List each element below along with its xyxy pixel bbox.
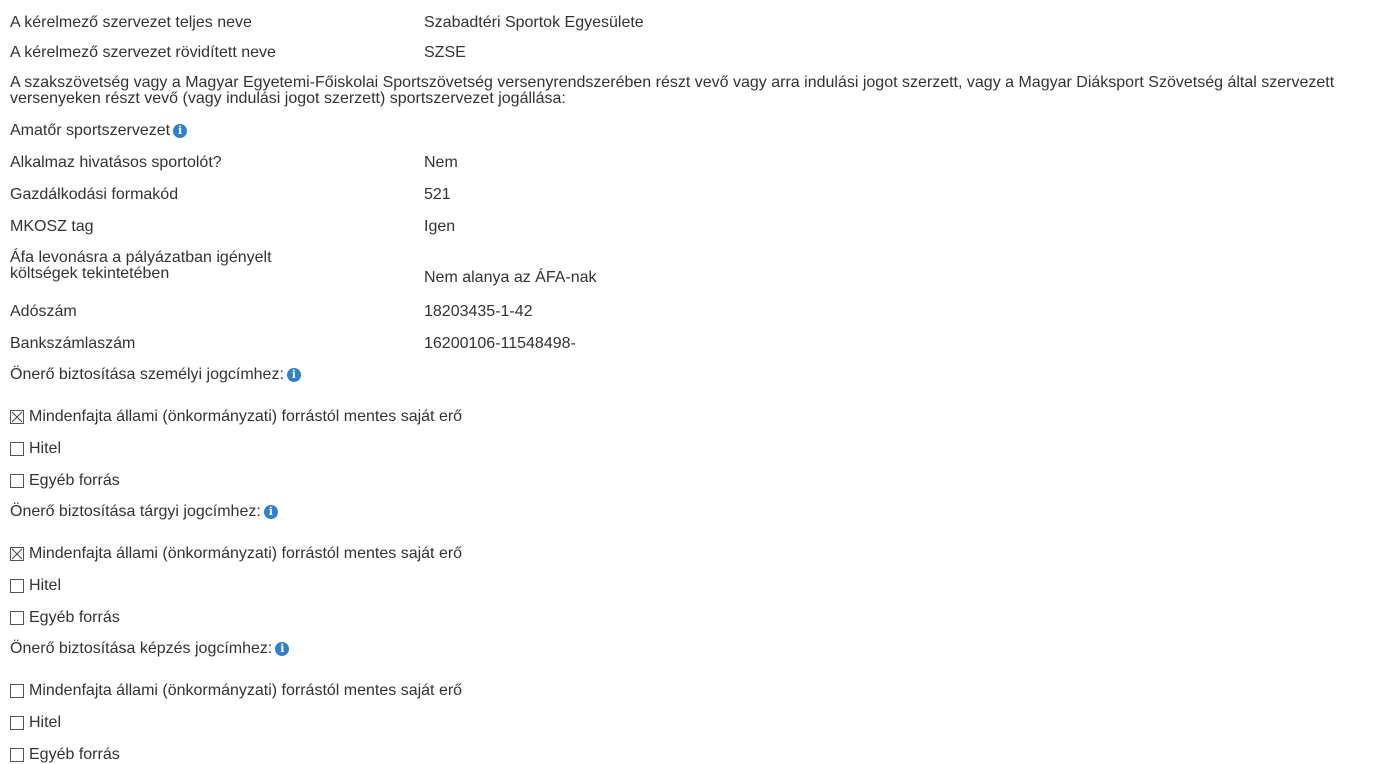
- info-icon[interactable]: i: [286, 368, 301, 382]
- legal-status-question: A szakszövetség vagy a Magyar Egyetemi-F…: [10, 74, 1335, 107]
- checkbox-unchecked[interactable]: [10, 747, 24, 762]
- checkbox-unchecked[interactable]: [10, 441, 24, 456]
- info-icon[interactable]: i: [173, 124, 188, 138]
- short-name-value: SZSE: [424, 44, 466, 61]
- own-funds-option[interactable]: Hitel: [10, 713, 61, 732]
- own-funds-option-label: Hitel: [29, 440, 62, 457]
- bank-account-label: Bankszámlaszám: [10, 335, 136, 352]
- own-funds-option[interactable]: Mindenfajta állami (önkormányzati) forrá…: [10, 681, 462, 700]
- pro-athlete-value: Nem: [424, 154, 458, 171]
- own-funds-option[interactable]: Mindenfajta állami (önkormányzati) forrá…: [10, 544, 462, 563]
- own-funds-option-label: Hitel: [29, 714, 62, 731]
- own-funds-option[interactable]: Egyéb forrás: [10, 471, 120, 490]
- short-name-label: A kérelmező szervezet rövidített neve: [10, 44, 276, 61]
- tax-id-label: Adószám: [10, 303, 77, 320]
- checkbox-unchecked[interactable]: [10, 715, 24, 730]
- checkbox-unchecked[interactable]: [10, 473, 24, 488]
- checkbox-unchecked[interactable]: [10, 578, 24, 593]
- checkbox-unchecked[interactable]: [10, 683, 24, 698]
- own-funds-option[interactable]: Egyéb forrás: [10, 608, 120, 627]
- full-name-label: A kérelmező szervezet teljes neve: [10, 14, 252, 31]
- own-funds-option-label: Egyéb forrás: [29, 746, 120, 763]
- mkosz-label: MKOSZ tag: [10, 218, 94, 235]
- own-funds-option-label: Egyéb forrás: [29, 472, 120, 489]
- checkbox-checked[interactable]: [10, 546, 24, 561]
- own-funds-option[interactable]: Hitel: [10, 576, 61, 595]
- own-funds-title-text: Önerő biztosítása személyi jogcímhez:: [10, 366, 284, 383]
- legal-status-row: Amatőr sportszervezet i: [10, 121, 188, 140]
- mkosz-value: Igen: [424, 218, 456, 235]
- own-funds-option[interactable]: Hitel: [10, 439, 61, 458]
- own-funds-title: Önerő biztosítása tárgyi jogcímhez: i: [10, 502, 278, 521]
- own-funds-option[interactable]: Mindenfajta állami (önkormányzati) forrá…: [10, 407, 462, 426]
- info-icon[interactable]: i: [263, 505, 278, 519]
- own-funds-option-label: Mindenfajta állami (önkormányzati) forrá…: [29, 545, 463, 562]
- own-funds-title-text: Önerő biztosítása képzés jogcímhez:: [10, 640, 273, 657]
- vat-label: Áfa levonásra a pályázatban igényelt köl…: [10, 249, 272, 282]
- full-name-value: Szabadtéri Sportok Egyesülete: [424, 14, 644, 31]
- legal-status-value: Amatőr sportszervezet: [10, 122, 171, 139]
- tax-id-value: 18203435-1-42: [424, 303, 533, 320]
- checkbox-x-mark-icon: [11, 548, 23, 559]
- own-funds-option-label: Egyéb forrás: [29, 609, 120, 626]
- own-funds-option-label: Mindenfajta állami (önkormányzati) forrá…: [29, 408, 463, 425]
- own-funds-option[interactable]: Egyéb forrás: [10, 745, 120, 764]
- econ-form-label: Gazdálkodási formakód: [10, 186, 179, 203]
- own-funds-title: Önerő biztosítása képzés jogcímhez: i: [10, 639, 290, 658]
- own-funds-title-text: Önerő biztosítása tárgyi jogcímhez:: [10, 503, 261, 520]
- info-icon[interactable]: i: [275, 642, 290, 656]
- bank-account-value: 16200106-11548498-: [424, 335, 576, 352]
- checkbox-checked[interactable]: [10, 409, 24, 424]
- econ-form-value: 521: [424, 186, 451, 203]
- checkbox-x-mark-icon: [11, 411, 23, 422]
- checkbox-unchecked[interactable]: [10, 610, 24, 625]
- own-funds-title: Önerő biztosítása személyi jogcímhez: i: [10, 365, 301, 384]
- own-funds-option-label: Hitel: [29, 577, 62, 594]
- pro-athlete-label: Alkalmaz hivatásos sportolót?: [10, 154, 222, 171]
- vat-value: Nem alanya az ÁFA-nak: [424, 269, 597, 286]
- own-funds-option-label: Mindenfajta állami (önkormányzati) forrá…: [29, 682, 463, 699]
